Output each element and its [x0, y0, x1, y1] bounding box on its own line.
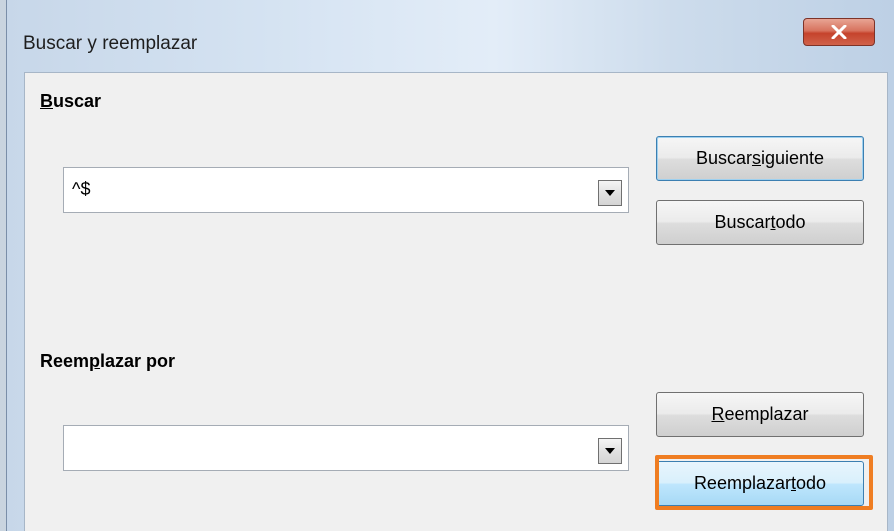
- replace-label: Reemplazar por: [40, 351, 176, 371]
- find-replace-dialog: Buscar y reemplazar Buscar ^$ Buscar s ig…: [6, 0, 894, 531]
- search-input-value[interactable]: ^$: [72, 179, 90, 200]
- replace-combobox[interactable]: [63, 425, 629, 471]
- chevron-down-icon: [605, 190, 615, 196]
- replace-button[interactable]: Reemplazar: [656, 392, 864, 437]
- close-x-icon: [831, 25, 847, 39]
- replace-all-highlight-frame: [655, 455, 873, 510]
- search-dropdown-button[interactable]: [598, 180, 622, 206]
- close-button[interactable]: [803, 18, 875, 46]
- find-next-button[interactable]: Buscar s iguiente: [656, 136, 864, 181]
- search-combobox[interactable]: ^$: [63, 167, 629, 213]
- search-label: Buscar: [40, 91, 102, 111]
- chevron-down-icon: [605, 448, 615, 454]
- dialog-title: Buscar y reemplazar: [23, 33, 198, 54]
- find-all-button[interactable]: Buscar t odo: [656, 200, 864, 245]
- replace-dropdown-button[interactable]: [598, 438, 622, 464]
